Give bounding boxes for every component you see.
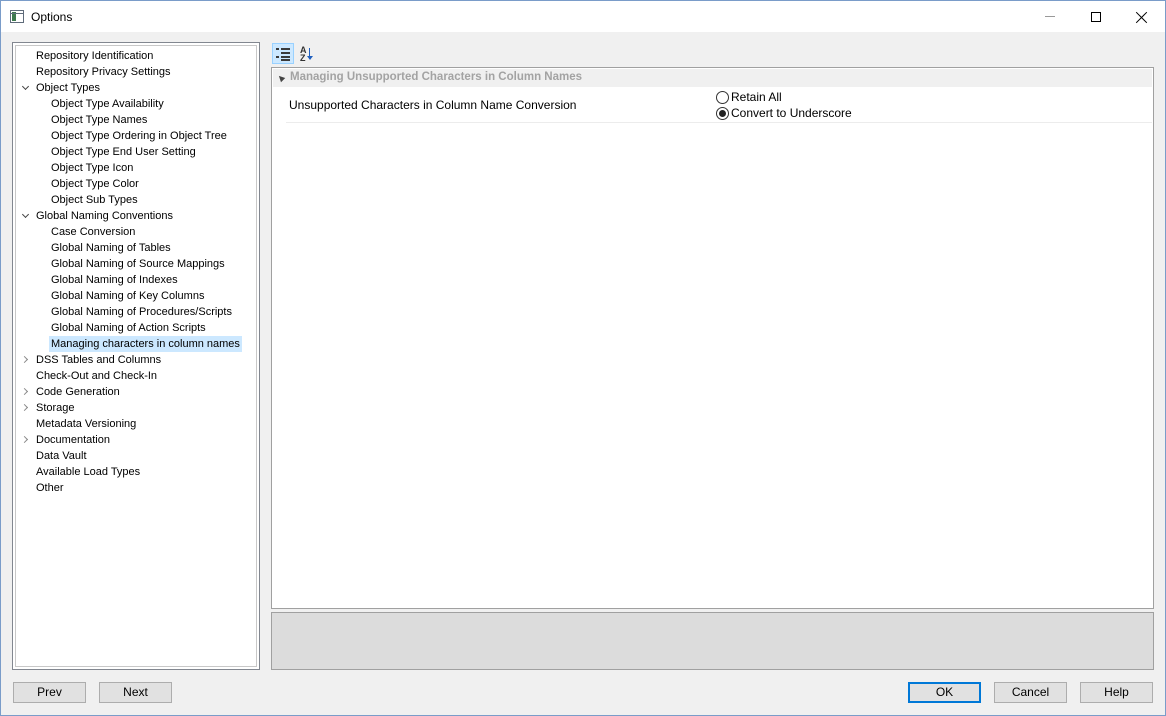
categorized-view-icon bbox=[276, 47, 290, 61]
property-name: Unsupported Characters in Column Name Co… bbox=[289, 98, 577, 112]
prev-button[interactable]: Prev bbox=[13, 682, 86, 703]
tree-item[interactable]: Global Naming Conventions bbox=[16, 208, 256, 224]
tree-item-label: Object Types bbox=[36, 82, 100, 94]
tree-item-label: Managing characters in column names bbox=[49, 336, 242, 352]
tree-item-label: Object Type End User Setting bbox=[51, 146, 196, 158]
property-category-row[interactable]: Managing Unsupported Characters in Colum… bbox=[273, 69, 1152, 87]
sort-alphabetical-icon: AZ bbox=[300, 45, 314, 62]
tree-item-label: Object Type Availability bbox=[51, 98, 164, 110]
tree-item-label: Storage bbox=[36, 402, 75, 414]
chevron-down-icon[interactable] bbox=[22, 84, 30, 92]
tree-item-label: Repository Identification bbox=[36, 50, 154, 62]
tree-item-label: Global Naming of Tables bbox=[51, 242, 171, 254]
tree-item-label: DSS Tables and Columns bbox=[36, 354, 162, 366]
tree-item[interactable]: Object Type Icon bbox=[16, 160, 256, 176]
title-bar[interactable]: Options bbox=[1, 1, 1165, 32]
tree-item[interactable]: Repository Privacy Settings bbox=[16, 64, 256, 80]
property-category-title: Managing Unsupported Characters in Colum… bbox=[290, 71, 583, 83]
tree-item[interactable]: Object Types bbox=[16, 80, 256, 96]
chevron-right-icon[interactable] bbox=[22, 356, 30, 364]
collapse-triangle-icon[interactable] bbox=[276, 73, 286, 83]
tree-item-label: Global Naming of Procedures/Scripts bbox=[51, 306, 232, 318]
tree-item[interactable]: Check-Out and Check-In bbox=[16, 368, 256, 384]
tree-item-label: Repository Privacy Settings bbox=[36, 66, 171, 78]
chevron-right-icon[interactable] bbox=[22, 436, 30, 444]
close-icon bbox=[1136, 11, 1148, 23]
tree-item-label: Code Generation bbox=[36, 386, 120, 398]
tree-item[interactable]: Available Load Types bbox=[16, 464, 256, 480]
property-description-panel bbox=[271, 612, 1154, 670]
tree-item-label: Object Type Icon bbox=[51, 162, 134, 174]
property-row: Unsupported Characters in Column Name Co… bbox=[286, 87, 1152, 123]
next-button[interactable]: Next bbox=[99, 682, 172, 703]
app-icon bbox=[10, 10, 24, 23]
ok-button[interactable]: OK bbox=[908, 682, 981, 703]
tree-item[interactable]: Global Naming of Key Columns bbox=[16, 288, 256, 304]
tree-item-label: Global Naming of Key Columns bbox=[51, 290, 205, 302]
tree-item-label: Global Naming of Source Mappings bbox=[51, 258, 225, 270]
tree-item[interactable]: Object Type Ordering in Object Tree bbox=[16, 128, 256, 144]
tree-item-label: Documentation bbox=[36, 434, 110, 446]
minimize-icon bbox=[1045, 16, 1055, 17]
chevron-right-icon[interactable] bbox=[22, 404, 30, 412]
tree-item[interactable]: Documentation bbox=[16, 432, 256, 448]
tree-item[interactable]: Global Naming of Indexes bbox=[16, 272, 256, 288]
tree-item-label: Check-Out and Check-In bbox=[36, 370, 158, 382]
tree-item-label: Available Load Types bbox=[36, 466, 141, 478]
tree-item[interactable]: Code Generation bbox=[16, 384, 256, 400]
alphabetical-sort-button[interactable]: AZ bbox=[296, 43, 318, 64]
minimize-button[interactable] bbox=[1027, 1, 1073, 32]
tree-item[interactable]: Global Naming of Action Scripts bbox=[16, 320, 256, 336]
tree-item[interactable]: Data Vault bbox=[16, 448, 256, 464]
radio-button-retain-all[interactable] bbox=[716, 91, 729, 104]
tree-item[interactable]: Storage bbox=[16, 400, 256, 416]
tree-item[interactable]: Global Naming of Procedures/Scripts bbox=[16, 304, 256, 320]
tree-item-label: Object Type Color bbox=[51, 178, 139, 190]
tree-item-label: Global Naming of Indexes bbox=[51, 274, 178, 286]
tree-item[interactable]: Object Type Availability bbox=[16, 96, 256, 112]
options-tree[interactable]: Repository Identification Repository Priv… bbox=[12, 42, 260, 670]
tree-inner-frame: Repository Identification Repository Priv… bbox=[15, 45, 257, 667]
tree-item-label: Object Type Ordering in Object Tree bbox=[51, 130, 227, 142]
tree-item[interactable]: DSS Tables and Columns bbox=[16, 352, 256, 368]
tree-item[interactable]: Global Naming of Tables bbox=[16, 240, 256, 256]
chevron-right-icon[interactable] bbox=[22, 388, 30, 396]
tree-item[interactable]: Object Type End User Setting bbox=[16, 144, 256, 160]
maximize-icon bbox=[1091, 11, 1101, 22]
tree-item[interactable]: Object Sub Types bbox=[16, 192, 256, 208]
tree-item[interactable]: Global Naming of Source Mappings bbox=[16, 256, 256, 272]
tree-item[interactable]: Metadata Versioning bbox=[16, 416, 256, 432]
tree-item-label: Global Naming of Action Scripts bbox=[51, 322, 206, 334]
categorized-view-button[interactable] bbox=[272, 43, 294, 64]
tree-item-label: Case Conversion bbox=[51, 226, 136, 238]
tree-item[interactable]: Object Type Color bbox=[16, 176, 256, 192]
tree-item[interactable]: Case Conversion bbox=[16, 224, 256, 240]
tree-list: Repository Identification Repository Priv… bbox=[16, 48, 256, 496]
tree-item-label: Object Sub Types bbox=[51, 194, 138, 206]
tree-item[interactable]: Managing characters in column names bbox=[16, 336, 256, 352]
tree-item-label: Global Naming Conventions bbox=[36, 210, 173, 222]
help-button[interactable]: Help bbox=[1080, 682, 1153, 703]
property-grid[interactable]: Managing Unsupported Characters in Colum… bbox=[271, 67, 1154, 609]
radio-label-convert-to-underscore[interactable]: Convert to Underscore bbox=[731, 105, 852, 121]
tree-item-label: Object Type Names bbox=[51, 114, 148, 126]
close-button[interactable] bbox=[1119, 1, 1165, 32]
tree-item-label: Other bbox=[36, 482, 64, 494]
tree-item[interactable]: Object Type Names bbox=[16, 112, 256, 128]
radio-label-retain-all[interactable]: Retain All bbox=[731, 89, 782, 105]
tree-item[interactable]: Other bbox=[16, 480, 256, 496]
chevron-down-icon[interactable] bbox=[22, 212, 30, 220]
maximize-button[interactable] bbox=[1073, 1, 1119, 32]
cancel-button[interactable]: Cancel bbox=[994, 682, 1067, 703]
window-title: Options bbox=[31, 10, 73, 24]
tree-item-label: Data Vault bbox=[36, 450, 87, 462]
tree-item[interactable]: Repository Identification bbox=[16, 48, 256, 64]
radio-button-convert-to-underscore[interactable] bbox=[716, 107, 729, 120]
tree-item-label: Metadata Versioning bbox=[36, 418, 137, 430]
